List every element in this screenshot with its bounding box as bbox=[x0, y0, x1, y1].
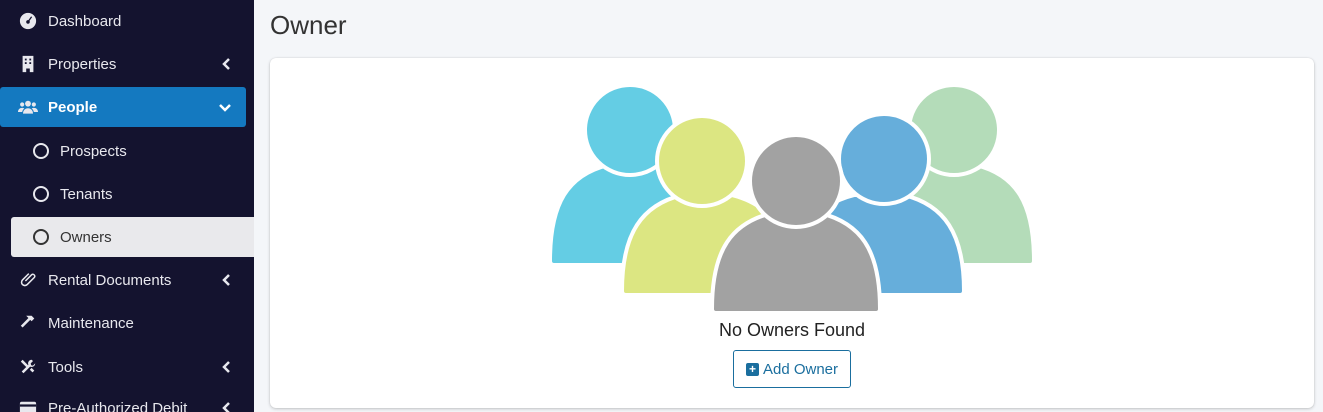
circle-icon bbox=[33, 229, 49, 245]
sidebar-item-dashboard[interactable]: Dashboard bbox=[0, 1, 254, 41]
sidebar-item-label: People bbox=[48, 98, 98, 116]
chevron-down-icon bbox=[218, 100, 232, 114]
circle-icon bbox=[33, 143, 49, 159]
dashboard-icon bbox=[18, 11, 38, 31]
sidebar-item-label: Dashboard bbox=[48, 12, 122, 30]
credit-card-icon bbox=[18, 398, 38, 412]
sidebar-item-rental-documents[interactable]: Rental Documents bbox=[0, 260, 254, 300]
sidebar-item-tools[interactable]: Tools bbox=[0, 347, 254, 387]
sidebar-item-label: Tools bbox=[48, 358, 84, 376]
sidebar-subitem-tenants[interactable]: Tenants bbox=[11, 174, 254, 214]
chevron-left-icon bbox=[220, 401, 234, 412]
chevron-left-icon bbox=[220, 57, 234, 71]
circle-icon bbox=[33, 186, 49, 202]
sidebar: Dashboard Properties People Prospects Te… bbox=[0, 0, 254, 412]
empty-state-card: No Owners Found + Add Owner bbox=[270, 58, 1314, 408]
page-title: Owner bbox=[270, 10, 347, 40]
sidebar-subitem-owners[interactable]: Owners bbox=[11, 217, 254, 257]
users-icon bbox=[18, 97, 38, 117]
sidebar-item-people[interactable]: People bbox=[0, 87, 246, 127]
tools-icon bbox=[18, 357, 38, 377]
sidebar-item-label: Maintenance bbox=[48, 314, 134, 332]
building-icon bbox=[18, 54, 38, 74]
hammer-icon bbox=[18, 313, 38, 333]
sidebar-subitem-label: Prospects bbox=[60, 142, 127, 160]
sidebar-item-label: Properties bbox=[48, 55, 117, 73]
sidebar-item-label: Pre-Authorized Debit bbox=[48, 399, 188, 412]
sidebar-subitem-prospects[interactable]: Prospects bbox=[11, 131, 254, 171]
sidebar-subitem-label: Owners bbox=[60, 228, 112, 246]
paperclip-icon bbox=[18, 270, 38, 290]
empty-state-message: No Owners Found bbox=[718, 320, 866, 340]
people-group-illustration bbox=[548, 83, 1036, 313]
sidebar-item-label: Rental Documents bbox=[48, 271, 172, 289]
sidebar-subitem-label: Tenants bbox=[60, 185, 113, 203]
sidebar-item-pre-authorized-debit[interactable]: Pre-Authorized Debit bbox=[0, 388, 254, 412]
chevron-left-icon bbox=[220, 360, 234, 374]
add-owner-button-label: Add Owner bbox=[762, 360, 839, 378]
chevron-left-icon bbox=[220, 273, 234, 287]
plus-square-icon: + bbox=[745, 362, 759, 376]
sidebar-item-properties[interactable]: Properties bbox=[0, 44, 254, 84]
add-owner-button[interactable]: + Add Owner bbox=[733, 350, 851, 388]
sidebar-item-maintenance[interactable]: Maintenance bbox=[0, 303, 254, 343]
